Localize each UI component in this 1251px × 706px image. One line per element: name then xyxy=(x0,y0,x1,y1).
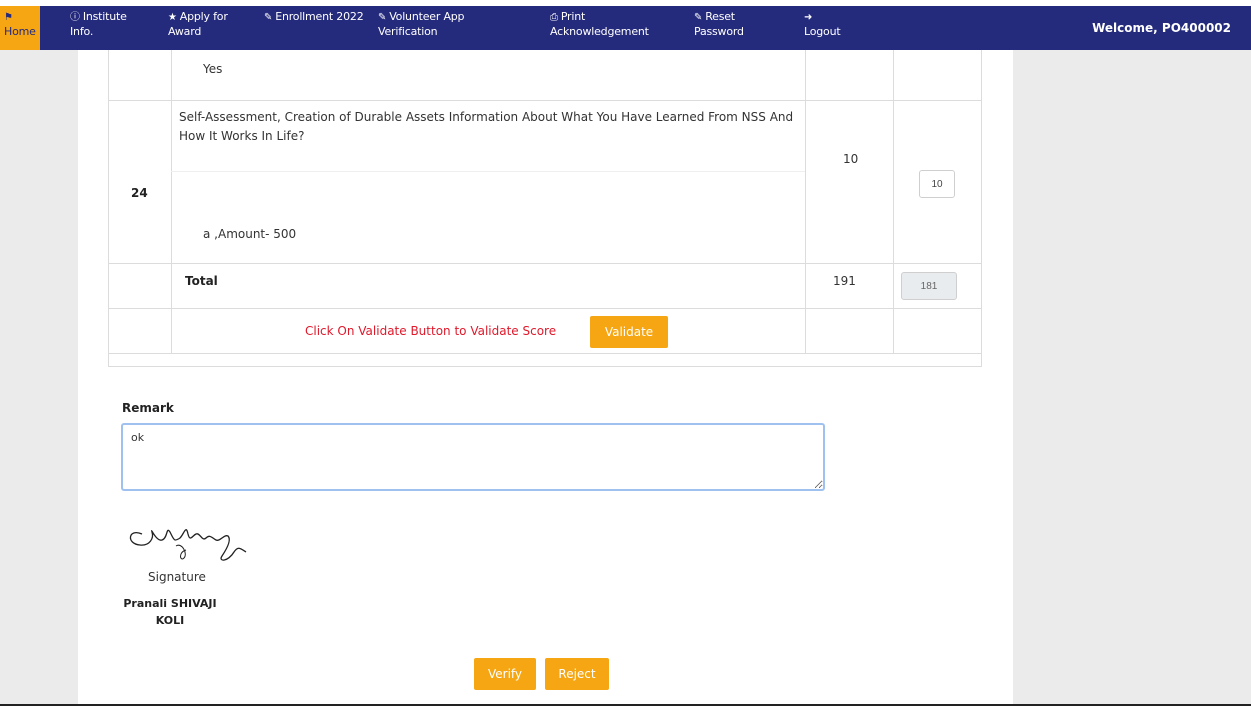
nav-volunteer-verification[interactable]: ✎ Volunteer App Verification xyxy=(374,6,504,50)
total-score-field xyxy=(901,272,957,300)
validate-message: Click On Validate Button to Validate Sco… xyxy=(305,324,557,338)
nav-home-label: Home xyxy=(4,25,36,38)
table-divider xyxy=(109,308,981,309)
signature-image xyxy=(129,529,247,561)
nav-logout-label: Logout xyxy=(804,25,841,38)
nav-enrollment[interactable]: ✎ Enrollment 2022 xyxy=(260,6,370,50)
score-table: Yes 24 Self-Assessment, Creation of Dura… xyxy=(108,50,982,367)
row-sr-no: 24 xyxy=(131,186,148,200)
user-edit-icon: ✎ xyxy=(378,12,387,23)
table-divider xyxy=(109,100,981,101)
nav-apply-award[interactable]: ★ Apply for Award xyxy=(164,6,244,50)
nav-home[interactable]: ⚑ Home xyxy=(0,6,40,50)
logout-icon: ➜ xyxy=(804,12,813,23)
nav-print-acknowledgement[interactable]: ⎙ Print Acknowledgement xyxy=(546,6,666,50)
signature-caption: Signature xyxy=(148,570,206,584)
print-icon: ⎙ xyxy=(550,12,558,23)
row-answer: a ,Amount- 500 xyxy=(203,227,297,241)
nav-logout[interactable]: ➜ Logout xyxy=(800,6,860,50)
info-icon: ⓘ xyxy=(70,12,80,23)
nav-print-acknowledgement-label: Print Acknowledgement xyxy=(550,10,649,38)
row-score-input[interactable] xyxy=(919,170,955,198)
signatory-name: Pranali SHIVAJI KOLI xyxy=(123,597,217,627)
table-divider xyxy=(109,263,981,264)
previous-answer: Yes xyxy=(203,62,223,76)
row-max-marks: 10 xyxy=(843,152,859,166)
nav-reset-password[interactable]: ✎ Reset Password xyxy=(690,6,770,50)
main-content: Yes 24 Self-Assessment, Creation of Dura… xyxy=(78,50,1013,706)
nav-volunteer-verification-label: Volunteer App Verification xyxy=(378,10,465,38)
table-divider xyxy=(109,353,981,354)
verify-button[interactable]: Verify xyxy=(474,658,536,690)
nav-institute-info[interactable]: ⓘ Institute Info. xyxy=(66,6,146,50)
total-label: Total xyxy=(185,274,218,288)
total-max-marks: 191 xyxy=(833,274,856,288)
row-question: Self-Assessment, Creation of Durable Ass… xyxy=(179,110,794,143)
home-icon: ⚑ xyxy=(4,12,13,23)
user-edit-icon: ✎ xyxy=(694,12,703,23)
remark-label: Remark xyxy=(122,401,174,415)
validate-button[interactable]: Validate xyxy=(590,316,668,348)
top-navbar: ⚑ Home ⓘ Institute Info. ★ Apply for Award… xyxy=(0,6,1251,50)
user-edit-icon: ✎ xyxy=(264,12,273,23)
remark-textarea[interactable]: ok xyxy=(121,423,825,491)
left-gutter xyxy=(0,50,78,706)
right-gutter xyxy=(1013,50,1251,706)
table-divider xyxy=(171,171,805,172)
trophy-icon: ★ xyxy=(168,12,177,23)
reject-button[interactable]: Reject xyxy=(545,658,609,690)
welcome-text: Welcome, PO400002 xyxy=(1092,21,1231,35)
nav-enrollment-label: Enrollment 2022 xyxy=(275,10,364,23)
